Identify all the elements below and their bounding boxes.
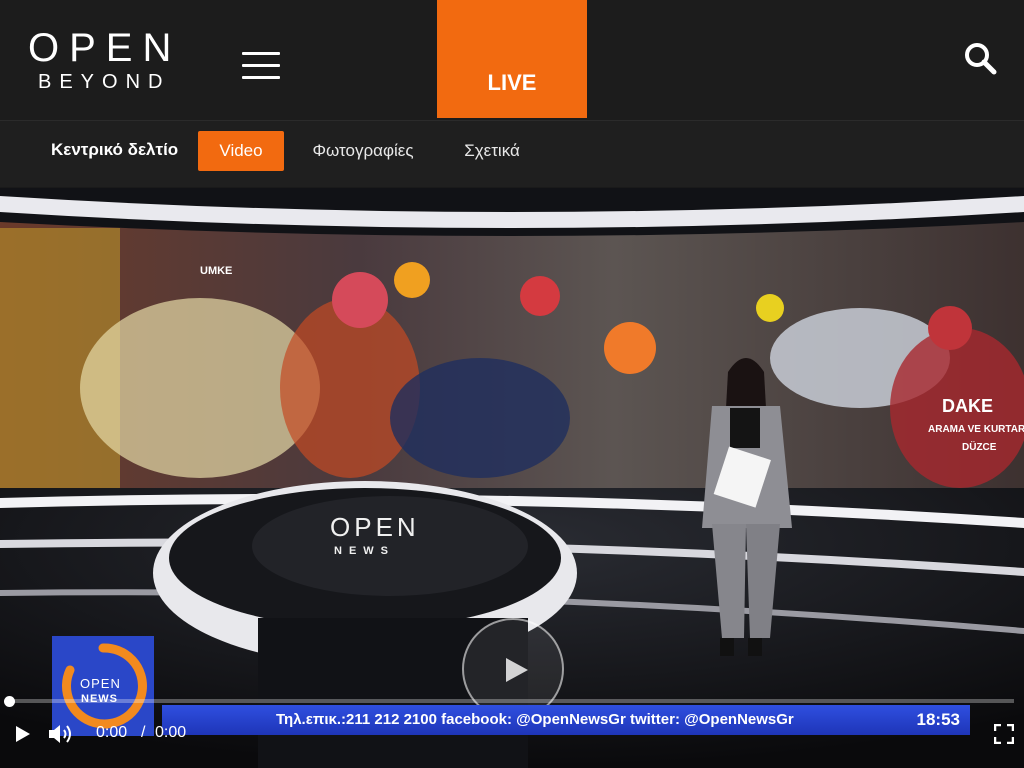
sub-navigation: Κεντρικό δελτίο Video Φωτογραφίες Σχετικ… — [0, 120, 1024, 187]
screen-text-duzce: DÜZCE — [962, 440, 997, 453]
live-label: LIVE — [487, 70, 537, 95]
tab-label: Φωτογραφίες — [312, 141, 414, 160]
open-news-channel-logo: OPEN NEWS — [52, 636, 154, 736]
news-ticker: Τηλ.επικ.:211 212 2100 facebook: @OpenNe… — [162, 705, 970, 735]
progress-bar[interactable] — [8, 699, 1014, 703]
tab-label: Σχετικά — [464, 141, 520, 160]
ticker-clock: 18:53 — [916, 710, 960, 729]
search-icon[interactable] — [962, 40, 1000, 78]
ticker-text: Τηλ.επικ.:211 212 2100 facebook: @OpenNe… — [276, 711, 794, 728]
hamburger-icon[interactable] — [240, 48, 284, 84]
live-button[interactable]: LIVE — [437, 0, 587, 118]
volume-icon[interactable] — [47, 722, 75, 746]
site-header: OPEN BEYOND LIVE — [0, 0, 1024, 120]
time-separator: / — [141, 724, 146, 741]
screen-text-dake: DAKE — [942, 396, 993, 416]
logo-wordmark: OPEN — [28, 26, 182, 70]
studio-logo-open: OPEN — [330, 512, 420, 542]
tab-related[interactable]: Σχετικά — [452, 131, 532, 171]
fullscreen-icon[interactable] — [993, 723, 1015, 745]
screen-text-arama: ARAMA VE KURTAR — [928, 424, 1024, 435]
progress-handle[interactable] — [4, 696, 15, 707]
current-time: 0:00 — [96, 724, 128, 741]
tab-label: Video — [219, 141, 263, 160]
svg-text:OPEN: OPEN — [80, 676, 121, 691]
screen-text-umke: UMKE — [200, 265, 232, 277]
play-icon[interactable] — [12, 724, 32, 744]
tab-photos[interactable]: Φωτογραφίες — [300, 131, 426, 171]
section-title: Κεντρικό δελτίο — [51, 140, 179, 159]
open-beyond-logo[interactable]: OPEN BEYOND — [28, 28, 184, 92]
tab-video[interactable]: Video — [198, 131, 284, 171]
logo-tagline: BEYOND — [38, 71, 171, 93]
duration: 0:00 — [155, 724, 187, 741]
studio-logo-news: NEWS — [334, 545, 395, 557]
